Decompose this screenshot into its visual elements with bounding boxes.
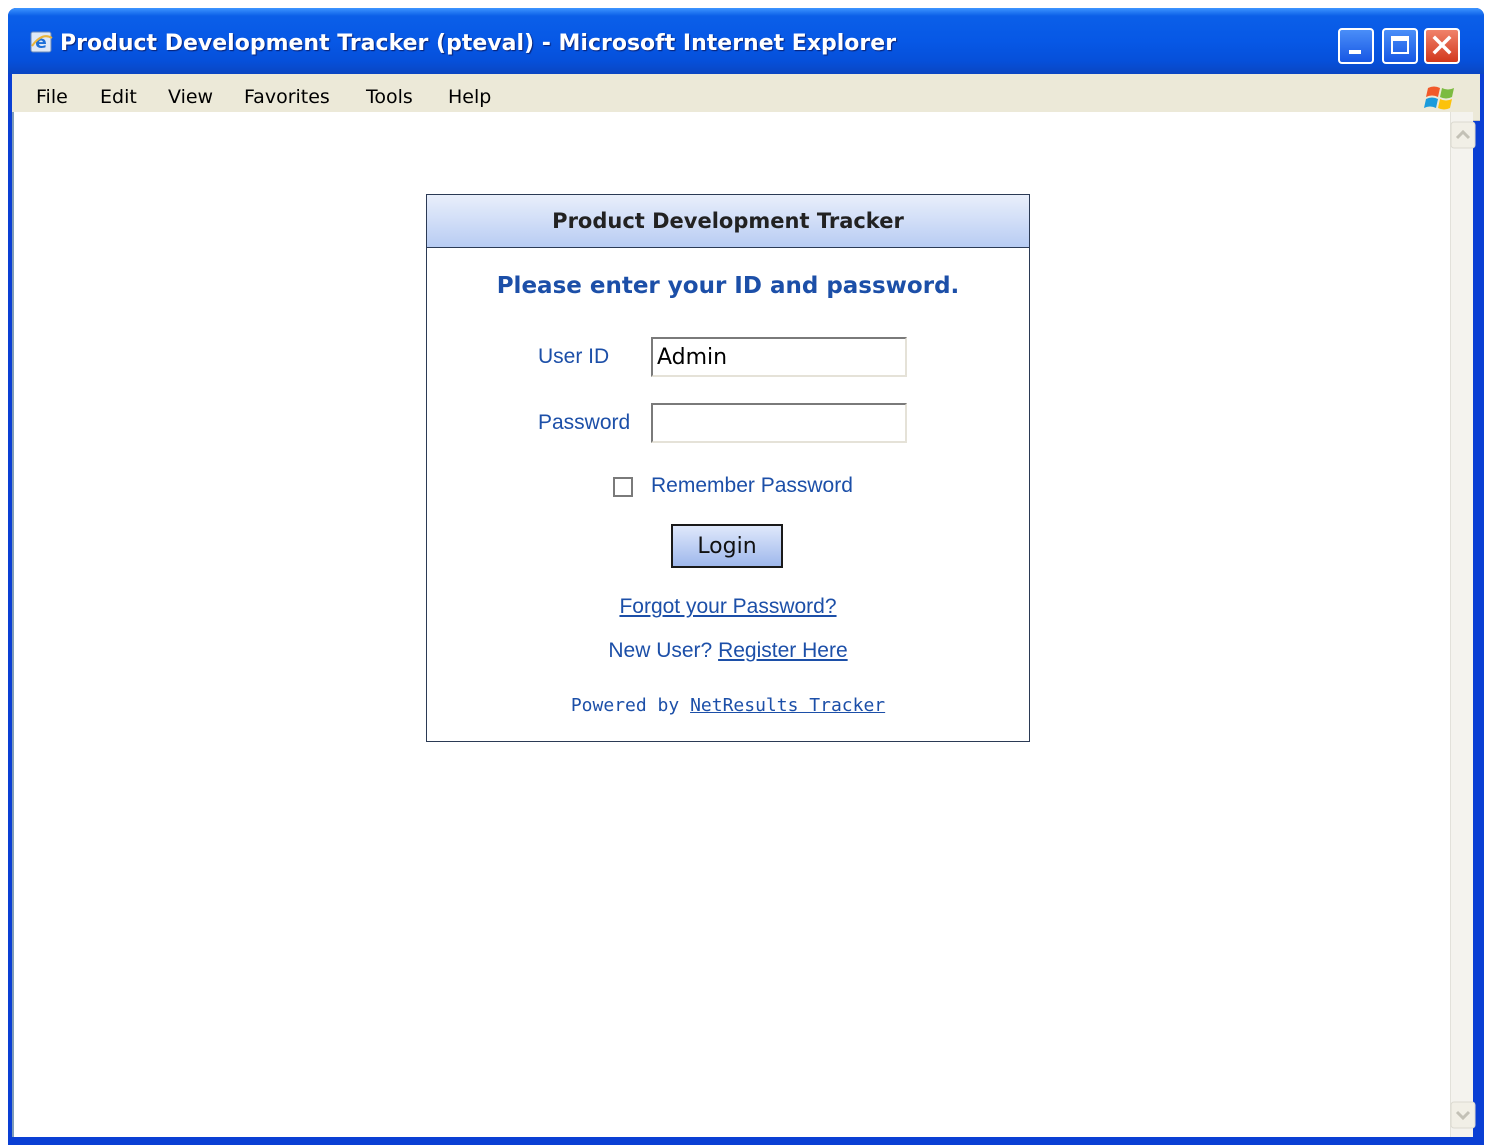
scroll-up-arrow-icon[interactable]: [1447, 120, 1477, 150]
login-button[interactable]: Login: [671, 524, 783, 568]
forgot-password-row: Forgot your Password?: [427, 595, 1029, 619]
windows-logo-icon: [1424, 86, 1454, 110]
login-prompt: Please enter your ID and password.: [496, 273, 960, 299]
menu-tools[interactable]: Tools: [366, 86, 413, 108]
new-user-row: New User? Register Here: [427, 639, 1029, 663]
vertical-scrollbar[interactable]: [1450, 112, 1476, 1137]
user-id-input[interactable]: [651, 337, 907, 377]
window-title: Product Development Tracker (pteval) - M…: [60, 31, 897, 56]
panel-header: Product Development Tracker: [427, 195, 1029, 248]
powered-by-row: Powered by NetResults Tracker: [427, 695, 1029, 716]
menu-file[interactable]: File: [36, 86, 68, 108]
menu-edit[interactable]: Edit: [100, 86, 137, 108]
close-button[interactable]: [1424, 28, 1460, 64]
ie-icon: e: [30, 31, 53, 53]
new-user-text: New User?: [608, 639, 713, 662]
remember-password-checkbox[interactable]: [613, 477, 633, 497]
password-input[interactable]: [651, 403, 907, 443]
menu-help[interactable]: Help: [448, 86, 491, 108]
forgot-password-link[interactable]: Forgot your Password?: [619, 595, 836, 618]
scroll-down-arrow-icon[interactable]: [1447, 1100, 1477, 1130]
minimize-icon: [1349, 50, 1361, 54]
register-link[interactable]: Register Here: [718, 639, 848, 662]
password-label: Password: [538, 411, 631, 434]
maximize-icon: [1391, 36, 1409, 54]
user-id-label: User ID: [538, 345, 610, 368]
remember-password-label[interactable]: Remember Password: [651, 474, 853, 498]
close-icon: [1432, 35, 1452, 55]
login-panel: Product Development Tracker Please enter…: [426, 194, 1030, 742]
title-bar[interactable]: e Product Development Tracker (pteval) -…: [8, 8, 1484, 74]
netresults-tracker-link[interactable]: NetResults Tracker: [690, 695, 885, 716]
minimize-button[interactable]: [1338, 28, 1374, 64]
menu-favorites[interactable]: Favorites: [244, 86, 330, 108]
powered-by-text: Powered by: [570, 695, 680, 716]
maximize-button[interactable]: [1382, 28, 1418, 64]
menu-view[interactable]: View: [168, 86, 213, 108]
